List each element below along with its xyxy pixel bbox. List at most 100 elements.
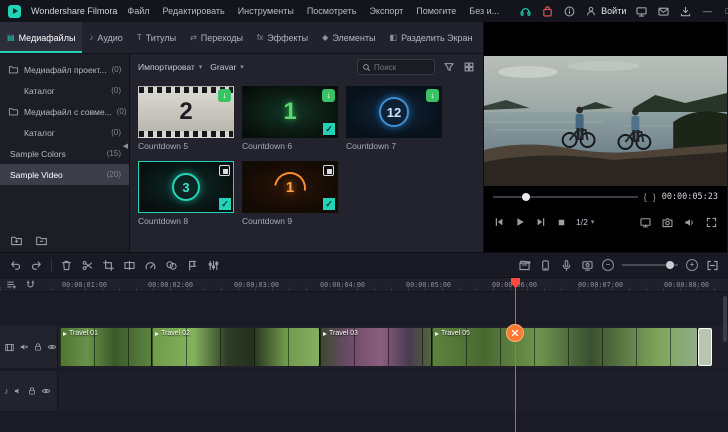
timeline-vertical-scrollbar[interactable] (723, 296, 727, 342)
media-item-countdown7[interactable]: 12 ↓ Countdown 7 (346, 86, 442, 151)
eye-icon[interactable] (47, 342, 57, 352)
split-icon[interactable] (123, 259, 136, 272)
menu-edit[interactable]: Редактировать (163, 6, 225, 16)
timeline-clip[interactable]: Travel 02 (152, 328, 320, 366)
sidebar-item-shared-media[interactable]: Медиафайл с совме... (0) (0, 101, 129, 122)
split-at-playhead-button[interactable] (506, 324, 524, 342)
menu-export[interactable]: Экспорт (369, 6, 403, 16)
filter-icon[interactable] (443, 61, 455, 73)
voiceover-mic-icon[interactable] (560, 259, 573, 272)
timeline-ruler[interactable]: 00:00:01:00 00:00:02:00 00:00:03:00 00:0… (0, 278, 728, 292)
previous-frame-button[interactable] (493, 216, 505, 228)
minimize-button[interactable]: — (701, 6, 713, 16)
lock-icon[interactable] (27, 386, 37, 396)
redo-icon[interactable] (30, 259, 43, 272)
tab-label: Аудио (97, 33, 122, 43)
tab-effects[interactable]: fx Эффекты (250, 22, 315, 53)
zoom-in-button[interactable]: + (686, 259, 698, 271)
zoom-slider-handle[interactable] (666, 261, 674, 269)
timeline-clip[interactable]: Travel 03 (320, 328, 432, 366)
render-clapper-icon[interactable] (518, 259, 531, 272)
tab-elements[interactable]: ◆ Элементы (315, 22, 382, 53)
media-item-countdown9[interactable]: 1 ✓ Countdown 9 (242, 161, 338, 226)
screen-share-icon[interactable] (635, 5, 648, 18)
playback-quality-dropdown[interactable]: 1/2 ▾ (576, 217, 594, 227)
media-item-countdown6[interactable]: 1 ↓ ✓ Countdown 6 (242, 86, 338, 151)
view-grid-icon[interactable] (463, 61, 475, 73)
next-frame-button[interactable] (535, 216, 547, 228)
video-track-lane[interactable]: Travel 01 Travel 02 Travel 03 Trave (58, 326, 728, 368)
scissors-icon[interactable] (81, 259, 94, 272)
selected-clip-fragment[interactable] (698, 328, 712, 366)
zoom-out-button[interactable]: − (602, 259, 614, 271)
timeline-clip[interactable]: Travel 05 (432, 328, 698, 366)
timeline-toolbar: − + (0, 253, 728, 278)
seekbar-handle[interactable] (522, 193, 530, 201)
color-icon[interactable] (165, 259, 178, 272)
marker-icon[interactable] (186, 259, 199, 272)
timeline-clip[interactable]: Travel 01 (60, 328, 152, 366)
tab-audio[interactable]: ♪ Аудио (82, 22, 129, 53)
track-manager-icon[interactable] (6, 279, 17, 290)
store-bag-icon[interactable] (541, 5, 554, 18)
search-input[interactable] (374, 63, 430, 72)
display-settings-icon[interactable] (639, 216, 652, 229)
mute-icon[interactable] (19, 342, 29, 352)
menu-tools[interactable]: Инструменты (238, 6, 294, 16)
mute-icon[interactable] (13, 386, 23, 396)
screen-record-icon[interactable] (581, 259, 594, 272)
menu-help[interactable]: Помогите (416, 6, 456, 16)
download-icon[interactable]: ↓ (322, 89, 335, 102)
speed-icon[interactable] (144, 259, 157, 272)
preview-seekbar[interactable] (493, 196, 638, 198)
tab-media[interactable]: ▤ Медиафайлы (0, 22, 82, 53)
fit-timeline-icon[interactable] (706, 259, 719, 272)
menu-view[interactable]: Посмотреть (307, 6, 357, 16)
undo-icon[interactable] (9, 259, 22, 272)
import-dropdown[interactable]: Импортироват ▾ (138, 62, 202, 72)
collapse-sidebar-button[interactable]: ◀ (123, 142, 128, 150)
media-item-countdown8[interactable]: 3 ✓ Countdown 8 (138, 161, 234, 226)
tab-splitscreen[interactable]: ◧ Разделить Экран (383, 22, 480, 53)
tab-transitions[interactable]: ⇄ Переходы (183, 22, 250, 53)
mail-icon[interactable] (657, 5, 670, 18)
snapshot-camera-icon[interactable] (661, 216, 674, 229)
lock-icon[interactable] (33, 342, 43, 352)
volume-icon[interactable] (683, 216, 696, 229)
search-box[interactable] (357, 59, 435, 75)
sidebar-item-catalog-1[interactable]: Каталог (0) (0, 80, 129, 101)
download-tray-icon[interactable] (679, 5, 692, 18)
download-icon[interactable]: ↓ (218, 89, 231, 102)
info-icon[interactable] (563, 5, 576, 18)
menu-file[interactable]: Файл (127, 6, 149, 16)
login-button[interactable]: Войти (585, 5, 626, 17)
mark-out-icon[interactable]: } (653, 192, 656, 202)
sidebar-item-sample-colors[interactable]: Sample Colors (15) (0, 143, 129, 164)
maximize-button[interactable]: □ (722, 6, 728, 16)
stop-button[interactable] (556, 217, 567, 228)
support-headset-icon[interactable] (519, 5, 532, 18)
delete-folder-button[interactable] (35, 234, 48, 247)
play-button[interactable] (514, 216, 526, 228)
sidebar-item-project-media[interactable]: Медиафайл проект... (0) (0, 59, 129, 80)
mixer-icon[interactable] (207, 259, 220, 272)
phone-icon[interactable] (539, 259, 552, 272)
media-item-name: Countdown 6 (242, 141, 338, 151)
fullscreen-icon[interactable] (705, 216, 718, 229)
crop-icon[interactable] (102, 259, 115, 272)
mark-in-icon[interactable]: { (644, 192, 647, 202)
audio-track-lane[interactable] (58, 371, 728, 411)
media-item-countdown5[interactable]: 2 ↓ Countdown 5 (138, 86, 234, 151)
sidebar-item-catalog-2[interactable]: Каталог (0) (0, 122, 129, 143)
download-icon[interactable]: ↓ (426, 89, 439, 102)
eye-icon[interactable] (41, 386, 51, 396)
tab-titles[interactable]: Т Титулы (130, 22, 183, 53)
snap-magnet-icon[interactable] (25, 279, 36, 290)
splitscreen-icon: ◧ (390, 33, 398, 42)
new-folder-button[interactable] (10, 234, 23, 247)
delete-icon[interactable] (60, 259, 73, 272)
playhead[interactable] (515, 278, 516, 432)
timeline-zoom-slider[interactable] (622, 264, 678, 266)
sidebar-item-sample-video[interactable]: Sample Video (20) (0, 164, 129, 185)
record-dropdown[interactable]: Gravar ▾ (210, 62, 244, 72)
